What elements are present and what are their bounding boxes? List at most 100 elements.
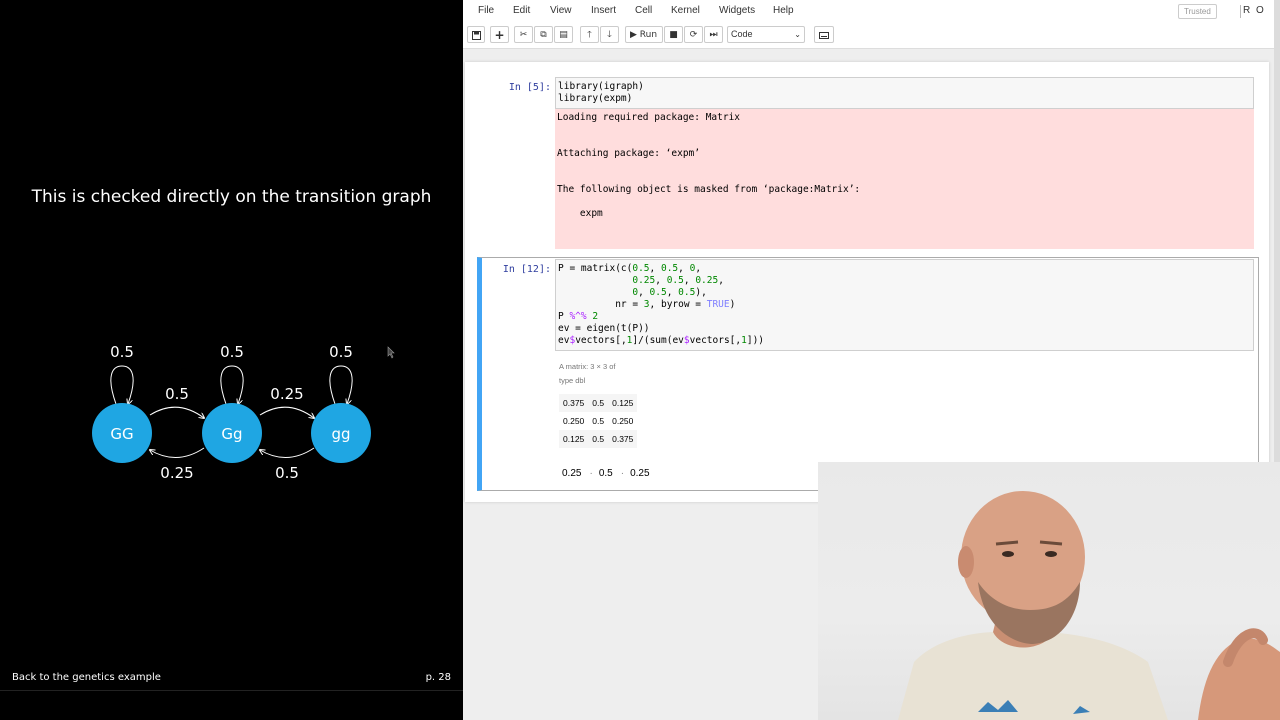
move-up-button[interactable]: 🡑 [580,26,599,43]
table-row: 0.250 0.5 0.250 [559,412,637,430]
menu-cell[interactable]: Cell [635,5,652,16]
fast-forward-icon: ⏭ [709,30,718,40]
kernel-name: R [1243,5,1251,16]
table-cell: 0.375 [608,430,638,448]
cell-prompt-12: In [12]: [502,264,551,275]
paste-icon: ▤ [559,30,568,40]
code-line: library(igraph) [558,81,644,92]
menu-edit[interactable]: Edit [513,5,530,16]
table-cell: 0.250 [563,416,585,426]
edge-gg-Gg [260,447,315,458]
run-button[interactable]: ▶ Run [625,26,663,43]
cell-type-value: Code [731,29,753,39]
play-icon: ▶ [630,30,637,40]
interrupt-button[interactable]: ■ [664,26,683,43]
menu-view[interactable]: View [550,5,572,16]
table-cell: 0.375 [559,394,589,412]
stderr-line [557,124,1252,136]
table-cell: 0.5 [588,430,609,448]
stderr-line [557,136,1252,148]
menu-help[interactable]: Help [773,5,794,16]
arrow-down-icon: 🡓 [607,30,612,40]
restart-run-all-button[interactable]: ⏭ [704,26,723,43]
copy-button[interactable]: ⧉ [534,26,553,43]
edge-label-GG-GG: 0.5 [110,343,134,361]
table-cell: 0.5 [592,416,605,426]
code-line: library(expm) [558,93,633,104]
edge-GG-Gg [149,406,204,418]
cut-button[interactable]: ✂ [514,26,533,43]
menu-file[interactable]: File [478,5,494,16]
stderr-line [557,160,1252,172]
edge-label-gg-Gg: 0.5 [275,464,299,482]
table-cell: 0.125 [608,394,638,412]
code-cell-input-12[interactable]: P = matrix(c(0.5, 0.5, 0, 0.25, 0.5, 0.2… [555,259,1254,351]
stderr-line: Attaching package: ‘expm’ [557,148,700,159]
slide-footer-divider [0,690,463,691]
code-cell-input-5[interactable]: library(igraph) library(expm) [555,77,1254,109]
restart-button[interactable]: ⟳ [684,26,703,43]
insert-cell-button[interactable]: + [490,26,509,43]
stderr-line: expm [557,208,603,219]
cell-type-select[interactable]: Code ⌄ [727,26,805,43]
edge-Gg-GG [150,447,205,458]
table-cell: 0.125 [559,430,589,448]
matrix-type-caption: type dbl [559,376,586,385]
slide-footer-section: Back to the genetics example [12,672,161,683]
edge-label-Gg-GG: 0.25 [160,464,193,482]
run-label: Run [639,30,658,40]
table-row: 0.375 0.5 0.125 [559,394,638,412]
toolbar: + ✂ ⧉ ▤ 🡑 🡓 ▶ Run ■ ⟳ ⏭ Code ⌄ [463,23,1274,49]
table-cell: 0.5 [588,394,609,412]
cell-prompt-5: In [5]: [508,82,551,93]
table-row: 0.125 0.5 0.375 [559,430,638,448]
save-button[interactable] [467,26,485,43]
refresh-icon: ⟳ [689,30,698,40]
stderr-line [557,172,1252,184]
notebook-page: In [5]: library(igraph) library(expm) Lo… [465,62,1269,502]
transition-graph: GG Gg gg 0.5 0.5 0.5 0.5 0.25 0.25 0.5 [92,343,395,482]
stderr-line: The following object is masked from ‘pac… [557,184,861,195]
node-label-Gg: Gg [221,425,242,443]
vector-item: 0.25 [562,468,582,479]
edge-gg-gg [329,365,353,404]
edge-GG-GG [110,365,134,404]
matrix-output-table: 0.375 0.5 0.125 0.250 0.5 0.250 0.125 0.… [559,394,638,448]
copy-icon: ⧉ [540,30,547,40]
edge-label-GG-Gg: 0.5 [165,385,189,403]
presentation-slide: This is checked directly on the transiti… [0,0,463,720]
edge-label-Gg-gg: 0.25 [270,385,303,403]
save-icon [471,31,481,40]
stderr-line [557,220,1252,232]
menu-insert[interactable]: Insert [591,5,616,16]
kernel-status-icon: O [1256,5,1264,16]
plus-icon: + [494,28,505,42]
scissors-icon: ✂ [519,30,528,40]
stop-icon: ■ [669,30,678,40]
menu-kernel[interactable]: Kernel [671,5,700,16]
vector-output: 0.25 · 0.5 · 0.25 [562,468,650,479]
move-down-button[interactable]: 🡓 [600,26,619,43]
menu-widgets[interactable]: Widgets [719,5,755,16]
edge-label-gg-gg: 0.5 [329,343,353,361]
webcam-overlay [818,462,1280,720]
menubar: File Edit View Insert Cell Kernel Widget… [463,0,1274,23]
node-label-GG: GG [110,425,133,443]
matrix-caption: A matrix: 3 × 3 of [559,362,616,371]
trusted-badge[interactable]: Trusted [1178,4,1217,19]
command-palette-button[interactable] [814,26,834,43]
presenter-video [898,491,1280,720]
arrow-up-icon: 🡑 [587,30,592,40]
vector-item: 0.25 [630,468,650,479]
edge-label-Gg-Gg: 0.5 [220,343,244,361]
edge-Gg-gg [259,406,314,418]
paste-button[interactable]: ▤ [554,26,573,43]
node-label-gg: gg [331,425,350,443]
stderr-line [557,196,1252,208]
stderr-line: Loading required package: Matrix [557,112,741,123]
table-cell: 0.250 [612,416,634,426]
chevron-down-icon: ⌄ [794,30,801,39]
vector-item: 0.5 [598,468,613,479]
stderr-output: Loading required package: Matrix Attachi… [555,109,1254,249]
mouse-cursor-icon [387,346,395,359]
